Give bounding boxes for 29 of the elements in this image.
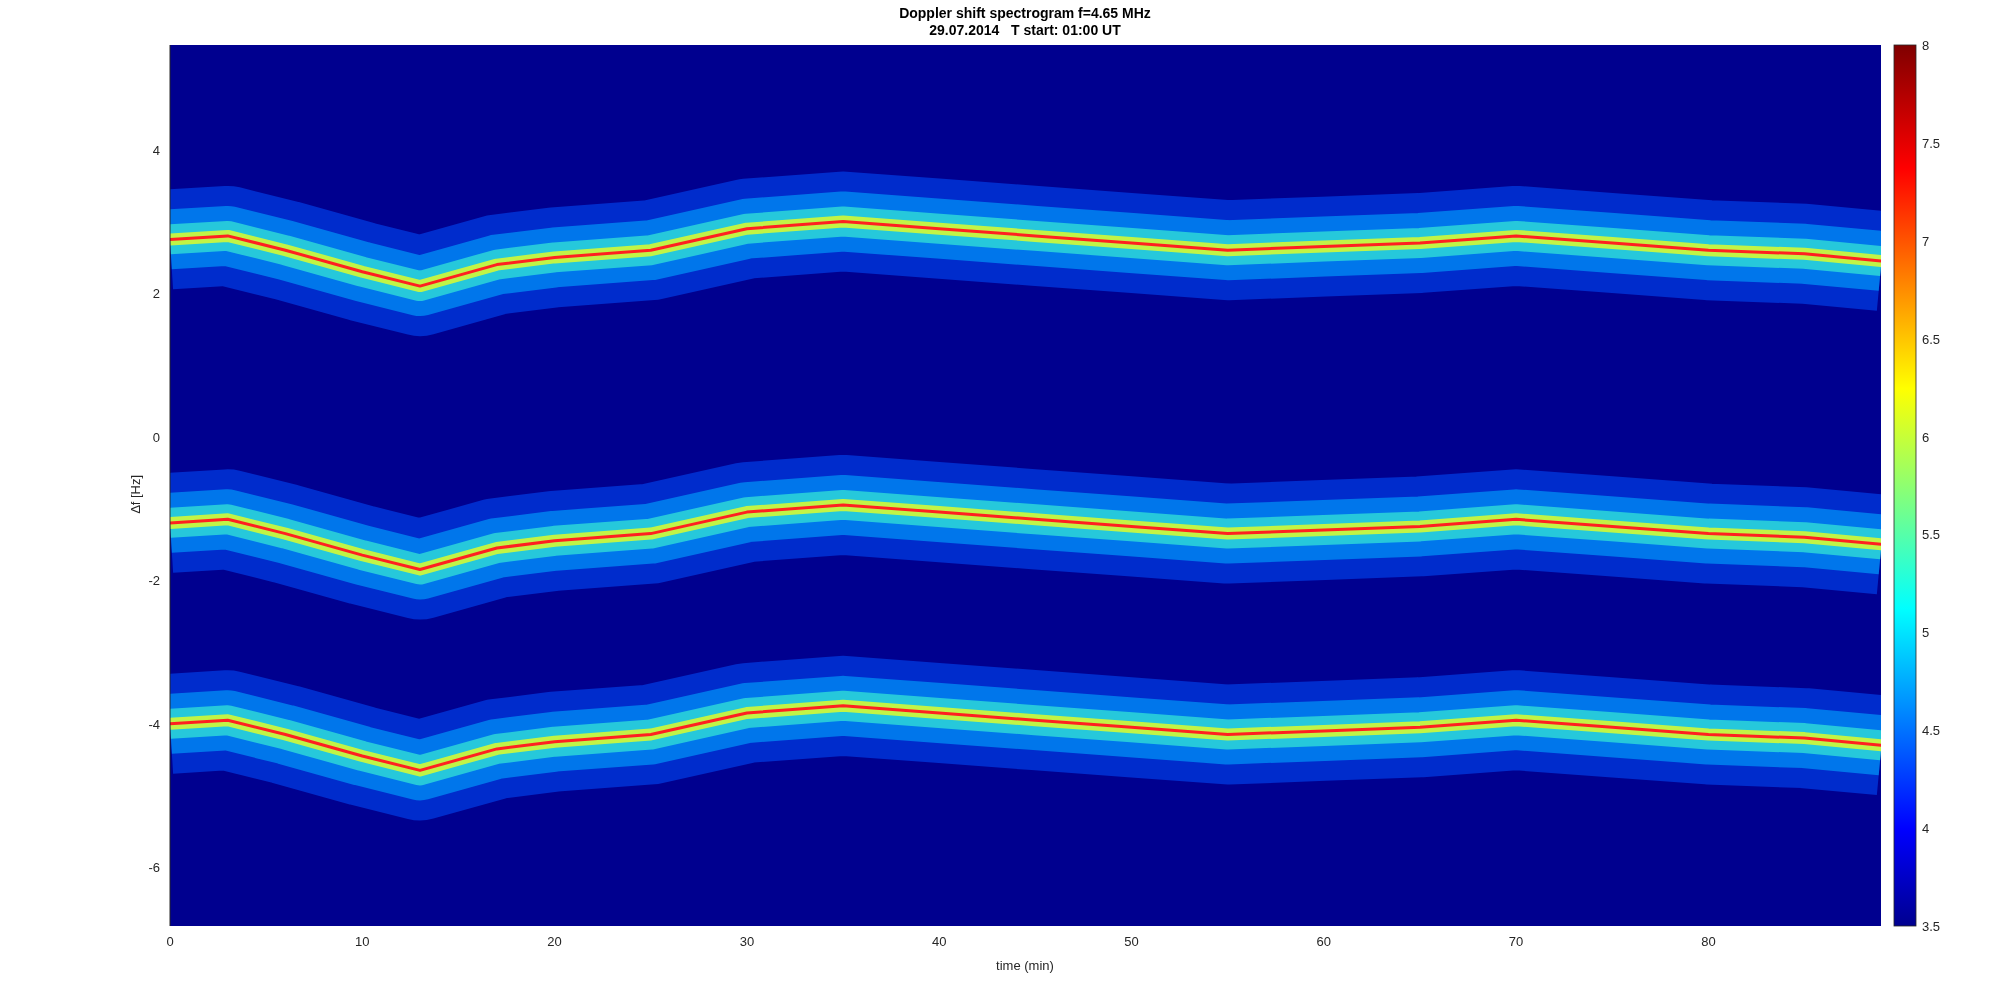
- colorbar-tick-label: 7: [1922, 233, 1930, 249]
- chart-title: 29.07.2014 T start: 01:00 UT: [929, 22, 1121, 38]
- colorbar-tick-label: 6: [1922, 429, 1930, 445]
- y-tick-label: 0: [152, 429, 160, 445]
- chart-title: Doppler shift spectrogram f=4.65 MHz: [899, 5, 1151, 21]
- x-tick-label: 30: [739, 934, 755, 949]
- x-tick-label: 20: [547, 934, 562, 949]
- colorbar-tick-label: 8: [1922, 38, 1930, 53]
- x-tick-label: 50: [1124, 934, 1139, 949]
- colorbar-tick-label: 7.5: [1922, 135, 1941, 151]
- x-tick-label: 0: [166, 934, 174, 949]
- y-tick-label: 2: [152, 286, 160, 302]
- colorbar-tick-label: 5: [1922, 625, 1930, 641]
- colorbar-tick-label: 4.5: [1922, 723, 1941, 739]
- x-tick-label: 10: [355, 934, 370, 949]
- x-axis-label: time (min): [996, 958, 1054, 973]
- x-tick-label: 80: [1701, 934, 1716, 949]
- y-tick-label: -4: [148, 716, 160, 732]
- y-tick-label: 4: [152, 142, 160, 158]
- colorbar-tick-label: 3.5: [1922, 919, 1941, 934]
- y-tick-label: -2: [148, 573, 160, 589]
- y-tick-label: -6: [148, 860, 160, 876]
- colorbar-tick-label: 6.5: [1922, 331, 1941, 347]
- x-tick-label: 70: [1508, 934, 1524, 949]
- y-axis-label: ∆f [Hz]: [128, 475, 143, 514]
- colorbar-tick-label: 4: [1922, 821, 1930, 837]
- x-tick-label: 60: [1316, 934, 1332, 949]
- x-tick-label: 40: [931, 934, 947, 949]
- colorbar-tick-label: 5.5: [1922, 527, 1941, 543]
